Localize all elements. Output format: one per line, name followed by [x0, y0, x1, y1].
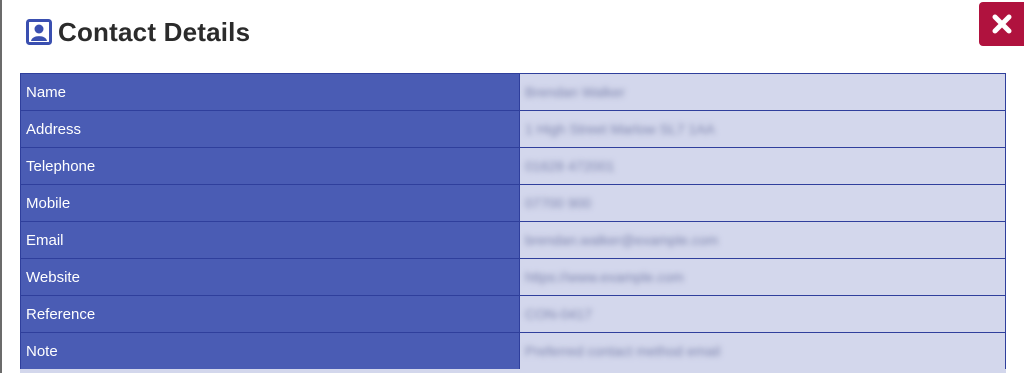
row-value-email: brendan.walker@example.com [519, 221, 1006, 259]
row-label-email: Email [20, 221, 520, 259]
dialog-left-border [0, 0, 2, 373]
table-continuation [20, 369, 1006, 373]
row-value-website: https://www.example.com [519, 258, 1006, 296]
dialog-header: Contact Details [26, 14, 250, 50]
table-row: Note Preferred contact method email [20, 332, 1006, 370]
table-row: Address 1 High Street Marlow SL7 1AA [20, 110, 1006, 148]
row-value-note: Preferred contact method email [519, 332, 1006, 370]
close-icon [992, 14, 1011, 34]
row-value-reference: CON-0417 [519, 295, 1006, 333]
table-row: Name Brendan Walker [20, 73, 1006, 111]
row-value-telephone: 01628 472001 [519, 147, 1006, 185]
row-label-reference: Reference [20, 295, 520, 333]
contact-details-dialog: Contact Details Name Brendan Walker Addr… [0, 0, 1024, 373]
table-row: Email brendan.walker@example.com [20, 221, 1006, 259]
row-value-address: 1 High Street Marlow SL7 1AA [519, 110, 1006, 148]
row-label-address: Address [20, 110, 520, 148]
table-row: Reference CON-0417 [20, 295, 1006, 333]
dialog-title: Contact Details [58, 16, 251, 47]
row-value-mobile: 07700 900 [519, 184, 1006, 222]
close-button[interactable] [979, 2, 1024, 46]
row-value-name: Brendan Walker [519, 73, 1006, 111]
row-label-mobile: Mobile [20, 184, 520, 222]
contact-card-icon [26, 19, 52, 45]
table-row: Website https://www.example.com [20, 258, 1006, 296]
row-label-telephone: Telephone [20, 147, 520, 185]
row-label-note: Note [20, 332, 520, 370]
table-row: Mobile 07700 900 [20, 184, 1006, 222]
row-label-name: Name [20, 73, 520, 111]
contact-details-table: Name Brendan Walker Address 1 High Stree… [20, 73, 1006, 370]
row-label-website: Website [20, 258, 520, 296]
table-row: Telephone 01628 472001 [20, 147, 1006, 185]
